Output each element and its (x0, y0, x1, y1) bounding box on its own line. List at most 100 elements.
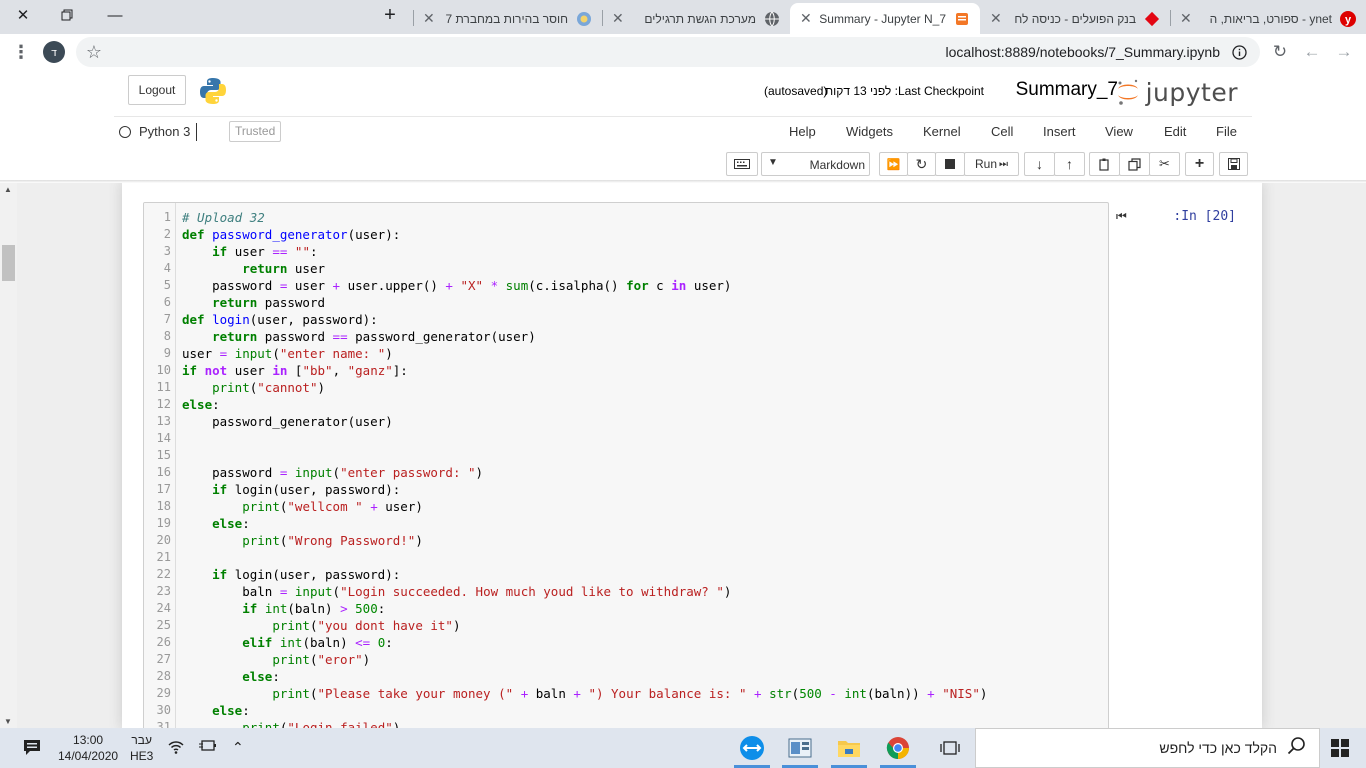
tab-close-icon[interactable]: ✕ (990, 10, 1002, 27)
code-line[interactable]: print("Wrong Password!") (182, 532, 423, 549)
insert-cell-plus-icon[interactable]: + (1185, 152, 1214, 176)
paste-icon[interactable] (1089, 152, 1120, 176)
forward-arrow-icon[interactable]: → (1331, 39, 1357, 65)
tab-close-icon[interactable]: ✕ (423, 10, 435, 27)
code-line[interactable]: baln = input("Login succeeded. How much … (182, 583, 731, 600)
tab-jupyter-summary[interactable]: 7_Summary - Jupyter N ✕ (790, 3, 980, 34)
menu-widgets[interactable]: Widgets (846, 124, 893, 139)
code-line[interactable]: # Upload 32 (182, 209, 265, 226)
tab-divider (1170, 10, 1171, 26)
code-line[interactable]: print("eror") (182, 651, 370, 668)
command-palette-keyboard-icon[interactable] (726, 152, 758, 176)
address-bar[interactable]: ☆ localhost:8889/notebooks/7_Summary.ipy… (76, 37, 1260, 67)
tab-exercise-system[interactable]: מערכת הגשת תרגילים ✕ (602, 3, 790, 34)
code-line[interactable]: print("Login failed") (182, 719, 400, 728)
window-minimize-icon[interactable]: — (92, 0, 138, 30)
notebook-name[interactable]: Summary_7 (1016, 79, 1118, 101)
profile-avatar[interactable]: ד (41, 39, 67, 65)
interrupt-kernel-stop-icon[interactable] (935, 152, 965, 176)
jupyter-notebook-icon (954, 11, 970, 27)
move-down-arrow-icon[interactable]: ↓ (1024, 152, 1055, 176)
code-line[interactable]: elif int(baln) <= 0: (182, 634, 393, 651)
code-line[interactable]: print("cannot") (182, 379, 325, 396)
code-line[interactable]: print("Please take your money (" + baln … (182, 685, 987, 702)
code-line[interactable]: else: (182, 702, 250, 719)
move-up-arrow-icon[interactable]: ↑ (1054, 152, 1085, 176)
code-line[interactable]: user = input("enter name: ") (182, 345, 393, 362)
system-clock[interactable]: 13:00 14/04/2020 (58, 732, 118, 764)
file-explorer-icon[interactable] (829, 732, 869, 768)
scrollbar-thumb[interactable] (2, 245, 15, 281)
code-line[interactable]: else: (182, 515, 250, 532)
menu-insert[interactable]: Insert (1043, 124, 1076, 139)
restart-kernel-icon[interactable]: ↻ (907, 152, 936, 176)
code-line[interactable]: password_generator(user) (182, 413, 393, 430)
run-all-fast-forward-icon[interactable]: ⏩ (879, 152, 908, 176)
new-tab-icon[interactable]: + (368, 0, 412, 30)
menu-cell[interactable]: Cell (991, 124, 1013, 139)
code-line[interactable]: password = user + user.upper() + "X" * s… (182, 277, 731, 294)
reload-icon[interactable]: ↻ (1267, 39, 1293, 65)
code-line[interactable]: return password (182, 294, 325, 311)
save-icon[interactable] (1219, 152, 1248, 176)
menu-kebab-icon[interactable]: ⋮ (8, 39, 34, 65)
menu-view[interactable]: View (1105, 124, 1133, 139)
menu-help[interactable]: Help (789, 124, 816, 139)
run-button[interactable]: Run ⏭ (964, 152, 1019, 176)
line-number: 9 (163, 346, 171, 360)
back-arrow-icon[interactable]: ← (1299, 39, 1325, 65)
code-line[interactable]: print("you dont have it") (182, 617, 460, 634)
code-line[interactable]: return password == password_generator(us… (182, 328, 536, 345)
input-language[interactable]: עבר HE3 (130, 732, 153, 764)
trusted-badge[interactable]: Trusted (229, 121, 282, 142)
page-scrollbar[interactable]: ▲ ▼ (0, 183, 17, 728)
menu-file[interactable]: File (1216, 124, 1237, 139)
code-line[interactable]: if user == "": (182, 243, 317, 260)
code-line[interactable]: if login(user, password): (182, 566, 400, 583)
scroll-down-arrow-icon[interactable]: ▼ (4, 717, 12, 726)
bookmark-star-icon[interactable]: ☆ (81, 39, 107, 65)
task-view-icon[interactable] (930, 732, 970, 764)
kernel-name[interactable]: Python 3 (139, 124, 190, 139)
battery-plug-icon[interactable] (198, 739, 216, 756)
tab-bank-hapoalim[interactable]: בנק הפועלים - כניסה לח ✕ (980, 3, 1170, 34)
code-line[interactable]: if not user in ["bb", "ganz"]: (182, 362, 408, 379)
site-info-icon[interactable] (1226, 39, 1252, 65)
code-line[interactable]: print("wellcom " + user) (182, 498, 423, 515)
windows-start-icon[interactable] (1331, 739, 1349, 757)
tab-forum[interactable]: חוסר בהירות במחברת 7 ✕ (413, 3, 602, 34)
chrome-icon[interactable] (878, 732, 918, 768)
tab-close-icon[interactable]: ✕ (1180, 10, 1192, 27)
tab-ynet[interactable]: y ynet - ספורט, בריאות, ה ✕ (1170, 3, 1366, 34)
code-line[interactable]: password = input("enter password: ") (182, 464, 483, 481)
url-text[interactable]: localhost:8889/notebooks/7_Summary.ipynb (946, 44, 1220, 60)
jupyter-logo[interactable]: jupyter (1116, 75, 1238, 109)
code-cell-editor[interactable]: 1 2 3 4 5 6 7 8 9 10 11 12 13 14 15 16 17 18 19 20 21 22 23 24 2… (143, 202, 1109, 728)
teamviewer-icon[interactable] (732, 732, 772, 768)
taskbar-search-box[interactable]: הקלד כאן כדי לחפש (975, 728, 1320, 768)
tab-close-icon[interactable]: ✕ (612, 10, 624, 27)
code-line[interactable]: if login(user, password): (182, 481, 400, 498)
run-cell-icon[interactable]: ⏮ (1116, 209, 1127, 224)
wifi-icon[interactable] (168, 739, 184, 758)
notifications-icon[interactable] (22, 737, 42, 760)
code-line[interactable]: else: (182, 396, 220, 413)
menu-kernel[interactable]: Kernel (923, 124, 961, 139)
window-close-icon[interactable]: ✕ (0, 0, 46, 30)
scroll-up-arrow-icon[interactable]: ▲ (4, 185, 12, 194)
logout-button[interactable]: Logout (128, 75, 186, 105)
last-checkpoint[interactable]: Last Checkpoint: לפני 13 דקות (825, 84, 984, 98)
cell-type-select[interactable]: ▼ Markdown (761, 152, 870, 176)
menu-edit[interactable]: Edit (1164, 124, 1186, 139)
code-line[interactable]: def password_generator(user): (182, 226, 400, 243)
code-line[interactable]: if int(baln) > 500: (182, 600, 385, 617)
code-line[interactable]: return user (182, 260, 325, 277)
code-line[interactable]: def login(user, password): (182, 311, 378, 328)
show-hidden-icons-chevron-up-icon[interactable]: ⌃ (232, 739, 244, 756)
copy-icon[interactable] (1119, 152, 1150, 176)
cut-scissors-icon[interactable]: ✂ (1149, 152, 1180, 176)
control-panel-icon[interactable] (780, 732, 820, 768)
window-restore-icon[interactable] (44, 0, 90, 30)
tab-close-icon[interactable]: ✕ (800, 10, 812, 27)
code-line[interactable]: else: (182, 668, 280, 685)
